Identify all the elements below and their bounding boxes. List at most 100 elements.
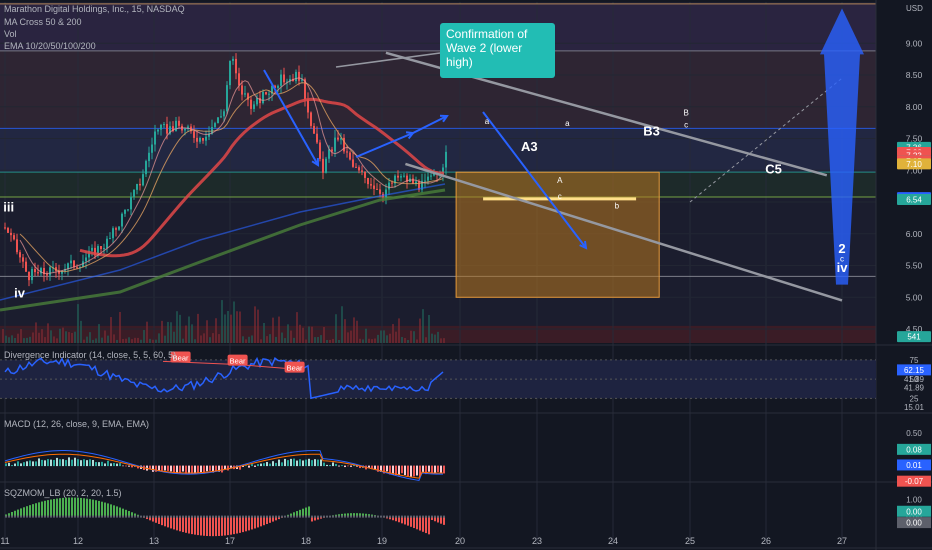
macd-hist-bar [251, 464, 253, 467]
macd-hist-bar [386, 465, 388, 472]
wave2-callout[interactable]: Confirmation of Wave 2 (lower high) [440, 23, 555, 78]
macd-hist-bar [440, 465, 442, 473]
indicator-ema[interactable]: EMA 10/20/50/100/200 [4, 41, 96, 51]
sqz-bar [26, 506, 28, 518]
candle [217, 117, 219, 124]
sqz-dot [416, 515, 418, 518]
sqz-bar [209, 516, 211, 537]
wave-label: iii [3, 200, 14, 215]
sqz-bar [170, 516, 172, 529]
sqz-bar [89, 499, 91, 518]
volume-bar [41, 329, 43, 343]
wave-label: c [558, 192, 562, 201]
candle [70, 260, 72, 264]
indicator-volume[interactable]: Vol [4, 29, 17, 39]
macd-hist-bar [401, 465, 403, 474]
sqz-bar [215, 516, 217, 537]
macd-hist-bar [269, 463, 271, 467]
candle [241, 85, 243, 95]
candle [358, 167, 360, 171]
sqz-dot [173, 515, 175, 518]
macd-pane-title[interactable]: MACD (12, 26, close, 9, EMA, EMA) [4, 419, 149, 429]
candle [46, 274, 48, 276]
price-tick: 5.50 [906, 261, 923, 271]
volume-bar [236, 311, 238, 343]
volume-bar [59, 328, 61, 343]
macd-hist-bar [131, 465, 133, 468]
candle [319, 142, 321, 159]
sqz-dot [218, 515, 220, 518]
volume-bar [209, 337, 211, 343]
macd-hist-bar [107, 460, 109, 467]
sqz-bar [107, 503, 109, 518]
wave-label: C5 [765, 161, 782, 176]
sqz-bar [428, 516, 430, 535]
candle [313, 125, 315, 134]
volume-bar [134, 337, 136, 343]
sqz-dot [95, 515, 97, 518]
sqz-dot [437, 515, 439, 518]
volume-bar [368, 338, 370, 343]
macd-hist-bar [281, 462, 283, 467]
sqz-bar [71, 497, 73, 518]
macd-hist-bar [326, 464, 328, 467]
divergence-pane-title[interactable]: Divergence Indicator (14, close, 5, 5, 6… [4, 350, 176, 360]
sqz-bar [74, 497, 76, 518]
macd-hist-bar [170, 465, 172, 472]
sqz-dot [161, 515, 163, 518]
sqz-dot [179, 515, 181, 518]
sqz-dot [338, 515, 340, 518]
x-tick: 17 [225, 536, 235, 546]
volume-bar [212, 333, 214, 343]
wave-label: a [485, 117, 490, 126]
sqz-dot [443, 515, 445, 518]
sqz-dot [128, 515, 130, 518]
volume-bar [419, 318, 421, 343]
candle [31, 268, 33, 281]
sqz-dot [341, 515, 343, 518]
macd-hist-bar [128, 465, 130, 467]
volume-bar [230, 314, 232, 343]
candle [346, 151, 348, 153]
candle [28, 271, 30, 281]
macd-hist-bar [302, 460, 304, 467]
wave-label: 2 [838, 241, 845, 256]
macd-hist-bar [80, 460, 82, 467]
macd-hist-bar [350, 465, 352, 467]
macd-hist-bar [254, 465, 256, 467]
candle [214, 123, 216, 127]
candle [178, 120, 180, 126]
macd-hist-bar [272, 461, 274, 467]
sqz-bar [35, 503, 37, 518]
candle [370, 184, 372, 186]
macd-hist-bar [5, 463, 7, 467]
sqz-dot [80, 515, 82, 518]
volume-bar [38, 332, 40, 343]
candle [193, 131, 195, 138]
volume-bar [65, 331, 67, 343]
sqz-bar [443, 516, 445, 525]
sqz-bar [110, 504, 112, 518]
sqz-dot [368, 515, 370, 518]
candle [316, 133, 318, 143]
candle [352, 159, 354, 167]
sqz-dot [392, 515, 394, 518]
candle [22, 257, 24, 262]
candle [121, 213, 123, 227]
macd-hist-bar [125, 465, 127, 467]
volume-bar [242, 336, 244, 343]
volume-bar [8, 337, 10, 343]
sqz-dot [50, 515, 52, 518]
volume-bar [218, 334, 220, 343]
sqz-dot [281, 515, 283, 518]
indicator-ma-cross[interactable]: MA Cross 50 & 200 [4, 17, 82, 27]
sqz-bar [257, 516, 259, 528]
volume-bar [143, 330, 145, 343]
sqz-bar [92, 499, 94, 518]
sqz-bar [32, 504, 34, 518]
macd-hist-bar [407, 465, 409, 476]
sqz-dot [386, 515, 388, 518]
sqzmom-pane-title[interactable]: SQZMOM_LB (20, 2, 20, 1.5) [4, 488, 122, 498]
sqz-dot [290, 515, 292, 518]
chart-canvas[interactable]: BearBearBear 4.505.005.506.006.507.007.5… [0, 0, 932, 550]
